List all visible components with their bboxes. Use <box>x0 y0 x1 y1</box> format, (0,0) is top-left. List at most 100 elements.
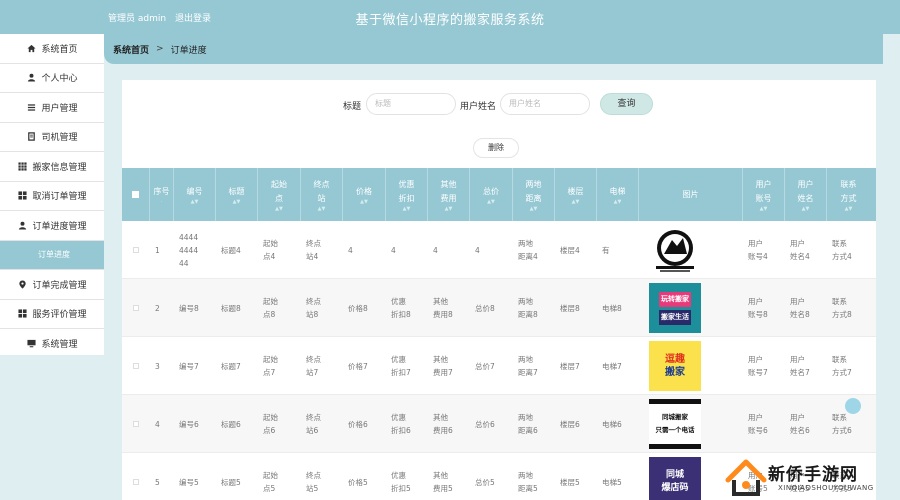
th-start[interactable]: 起始点 ▲▼ <box>258 168 301 221</box>
th-other-fee[interactable]: 其他费用 ▲▼ <box>428 168 470 221</box>
th-contact[interactable]: 联系方式 ▲▼ <box>827 168 870 221</box>
cell-code: 编号8 <box>179 303 199 313</box>
th-account[interactable]: 用户账号 ▲▼ <box>743 168 785 221</box>
title-label: 标题 <box>343 102 362 112</box>
monitor-icon <box>26 338 36 348</box>
th-code[interactable]: 编号 ▲▼ <box>174 168 216 221</box>
cell-image: 同城搬家 只需一个电话 <box>639 395 743 453</box>
sidebar-item-order-complete[interactable]: 订单完成管理 <box>0 270 104 300</box>
th-discount[interactable]: 优惠折扣 ▲▼ <box>386 168 428 221</box>
grid4-icon <box>17 309 27 319</box>
cell-total: 总价7 <box>475 361 495 371</box>
sidebar-item-cancel-orders[interactable]: 取消订单管理 <box>0 182 104 211</box>
th-total[interactable]: 总价 ▲▼ <box>470 168 513 221</box>
cell-total: 4 <box>475 245 480 255</box>
cell-total: 总价6 <box>475 419 495 429</box>
th-title[interactable]: 标题 ▲▼ <box>216 168 258 221</box>
cell-code: 编号6 <box>179 419 199 429</box>
sidebar-item-label: 系统首页 <box>41 44 78 55</box>
cell-code: 编号7 <box>179 361 199 371</box>
sidebar-item-profile[interactable]: 个人中心 <box>0 64 104 93</box>
row-checkbox[interactable] <box>133 247 139 253</box>
sidebar-item-users[interactable]: 用户管理 <box>0 93 104 123</box>
cell-start: 起始点6 <box>263 413 278 435</box>
cell-distance: 两地距离4 <box>518 239 538 261</box>
cell-distance: 两地距离5 <box>518 471 538 493</box>
page-scrollbar[interactable] <box>883 0 900 500</box>
header-select-all[interactable] <box>122 168 150 221</box>
cell-elevator: 电梯5 <box>602 477 622 487</box>
sidebar-item-order-progress-manage[interactable]: 订单进度管理 <box>0 211 104 241</box>
cell-account: 用户账号7 <box>748 355 768 377</box>
th-name[interactable]: 用户姓名 ▲▼ <box>785 168 827 221</box>
row-checkbox[interactable] <box>133 421 139 427</box>
sidebar: 系统首页 个人中心 用户管理 司机管理 搬家信息管理 取消订单管理 订单进度管理… <box>0 34 104 500</box>
cell-name: 用户姓名8 <box>790 297 810 319</box>
sidebar-item-home[interactable]: 系统首页 <box>0 34 104 64</box>
sidebar-item-label: 订单进度管理 <box>32 221 87 232</box>
cell-contact: 联系方式4 <box>832 239 852 261</box>
cell-total: 总价8 <box>475 303 495 313</box>
cell-discount: 优惠折扣7 <box>391 355 411 377</box>
cell-index: 4 <box>155 419 160 429</box>
sidebar-item-reviews[interactable]: 服务评价管理 <box>0 300 104 329</box>
cell-floor: 楼层6 <box>560 419 580 429</box>
row-checkbox[interactable] <box>133 479 139 485</box>
cell-price: 价格7 <box>348 361 368 371</box>
search-bar: 标题 标题 用户姓名 用户姓名 查询 <box>122 93 876 117</box>
moving-logo-image <box>649 225 701 275</box>
cell-elevator: 有 <box>602 245 610 255</box>
cell-distance: 两地距离6 <box>518 413 538 435</box>
cell-contact: 联系方式7 <box>832 355 852 377</box>
th-distance[interactable]: 两地距离 ▲▼ <box>513 168 555 221</box>
th-floor[interactable]: 楼层 ▲▼ <box>555 168 597 221</box>
floating-bubble[interactable] <box>845 398 861 414</box>
cell-start: 起始点7 <box>263 355 278 377</box>
cell-floor: 楼层5 <box>560 477 580 487</box>
search-button[interactable]: 查询 <box>600 93 653 115</box>
th-elevator[interactable]: 电梯 ▲▼ <box>597 168 639 221</box>
list-icon <box>26 102 36 112</box>
sidebar-item-order-progress[interactable]: 订单进度 <box>0 240 104 270</box>
delete-button[interactable]: 删除 <box>473 138 519 158</box>
sidebar-item-label: 服务评价管理 <box>32 310 87 321</box>
grid4-icon <box>17 191 27 201</box>
grid-icon <box>17 161 27 171</box>
cell-index: 3 <box>155 361 160 371</box>
cell-distance: 两地距离7 <box>518 355 538 377</box>
top-bar: 管理员 admin 退出登录 基于微信小程序的搬家服务系统 <box>0 0 900 34</box>
doc-icon <box>26 132 36 142</box>
breadcrumb-home[interactable]: 系统首页 <box>113 43 149 56</box>
cell-index: 5 <box>155 477 160 487</box>
table-row[interactable]: 2 编号8 标题8 起始点8 终点站8 价格8 优惠折扣8 其他费用8 总价8 … <box>122 279 876 337</box>
sidebar-item-moving-info[interactable]: 搬家信息管理 <box>0 152 104 182</box>
cell-title: 标题7 <box>221 361 241 371</box>
cell-floor: 楼层7 <box>560 361 580 371</box>
pin-icon <box>17 279 27 289</box>
cell-other-fee: 其他费用5 <box>433 471 453 493</box>
cell-name: 用户姓名6 <box>790 413 810 435</box>
username-search-input[interactable]: 用户姓名 <box>500 93 590 115</box>
select-all-checkbox[interactable] <box>132 191 139 198</box>
row-checkbox[interactable] <box>133 363 139 369</box>
sidebar-item-label: 订单进度 <box>38 250 70 260</box>
cell-price: 价格5 <box>348 477 368 487</box>
table-row[interactable]: 4 编号6 标题6 起始点6 终点站6 价格6 优惠折扣6 其他费用6 总价6 … <box>122 395 876 453</box>
row-checkbox[interactable] <box>133 305 139 311</box>
cell-end: 终点站6 <box>306 413 321 435</box>
table-row[interactable]: 1 4444444444 标题4 起始点4 终点站4 4 4 4 4 两地距离4… <box>122 221 876 279</box>
cell-price: 价格8 <box>348 303 368 313</box>
title-search-input[interactable]: 标题 <box>366 93 456 115</box>
th-price[interactable]: 价格 ▲▼ <box>343 168 386 221</box>
cell-title: 标题5 <box>221 477 241 487</box>
sidebar-item-label: 系统管理 <box>41 339 78 350</box>
data-table: 序号 · 编号 ▲▼ 标题 ▲▼ 起始点 ▲▼ 终点站 ▲▼ 价格 ▲▼ 优惠折扣 ▲▼ 其他… <box>122 168 876 500</box>
cell-distance: 两地距离8 <box>518 297 538 319</box>
table-row[interactable]: 3 编号7 标题7 起始点7 终点站7 价格7 优惠折扣7 其他费用7 总价7 … <box>122 337 876 395</box>
th-end[interactable]: 终点站 ▲▼ <box>301 168 343 221</box>
sidebar-empty-area <box>0 355 104 500</box>
sidebar-item-label: 用户管理 <box>41 103 78 114</box>
cell-start: 起始点8 <box>263 297 278 319</box>
sidebar-item-drivers[interactable]: 司机管理 <box>0 123 104 152</box>
poster-image: 同城搬家 只需一个电话 <box>649 399 701 449</box>
